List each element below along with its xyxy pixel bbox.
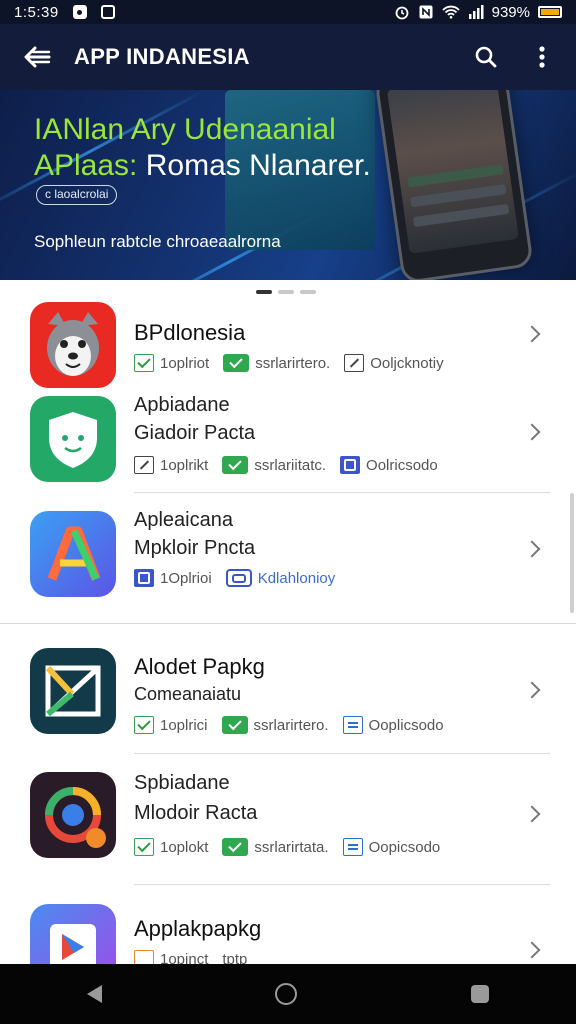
screenshot-icon: [100, 5, 115, 19]
document-icon: [342, 716, 363, 734]
system-nav-bar: [0, 964, 576, 1024]
app-name: Alodet Papkg: [134, 654, 265, 679]
banner-chip[interactable]: c laoalcrolai: [36, 185, 118, 205]
app-subtitle: Mpkloir Pncta: [134, 537, 256, 559]
screen: 1:5:39 939% APP INDANESIA IANlan Ary Ude…: [0, 0, 576, 1024]
app-name: Spbiadane: [134, 772, 230, 794]
verified-icon: [221, 716, 248, 734]
app-meta: 1oplokt ssrlarirtata. Oopicsodo: [134, 838, 454, 856]
edit-icon: [344, 354, 365, 372]
more-options-button[interactable]: [514, 29, 570, 85]
carousel-indicator[interactable]: [256, 290, 316, 294]
nav-back-icon[interactable]: [86, 985, 102, 1003]
list-item[interactable]: Apleaicana Mpkloir Pncta 1Oplrioi Kdlahl…: [0, 503, 576, 613]
app-name: BPdlonesia: [134, 320, 246, 345]
app-icon-camera: [30, 772, 116, 858]
banner-headline-line2b: Romas Nlanarer.: [137, 149, 371, 182]
scrollbar[interactable]: [570, 493, 574, 613]
banner-headline-line2a: APlaas:: [34, 149, 138, 182]
status-icons: 939%: [394, 4, 562, 21]
signal-icon: [468, 5, 484, 19]
link-icon: [225, 569, 252, 587]
edit-icon: [342, 838, 363, 856]
status-bar: 1:5:39 939%: [0, 0, 576, 24]
app-icon-letter-a: [30, 511, 116, 597]
verified-icon: [222, 838, 249, 856]
wifi-icon: [441, 5, 460, 19]
app-subtitle: Mlodoir Racta: [134, 802, 258, 824]
battery-percent: 939%: [491, 3, 530, 21]
alarm-icon: [395, 6, 409, 20]
app-meta: 1Oplrioi Kdlahlonioy: [134, 569, 349, 587]
phone-illustration: [374, 90, 534, 280]
divider: [134, 492, 550, 493]
chevron-right-icon[interactable]: [523, 681, 541, 699]
app-subtitle: Giadoir Pacta: [134, 422, 256, 444]
banner-headline-line1: IANlan Ary Udenaanial: [34, 113, 336, 146]
app-meta: 1oplriot ssrlarirtero. Ooljcknotiy: [134, 354, 458, 372]
share-icon: [340, 456, 361, 474]
app-meta: 1oplrici ssrlarirtero. Ooplicsodo: [134, 716, 458, 734]
app-meta: 1oplrikt ssrlariitatc. Oolricsodo: [134, 456, 452, 474]
carousel-dot[interactable]: [256, 290, 272, 294]
chevron-right-icon[interactable]: [523, 805, 541, 823]
chevron-right-icon[interactable]: [523, 941, 541, 959]
app-name: Applakpapkg: [134, 916, 262, 941]
nav-home-icon[interactable]: [275, 983, 298, 1005]
section-divider: [0, 623, 576, 624]
list-item[interactable]: Applakpapkg 1opinct tptp: [0, 894, 576, 990]
app-icon-shield: [30, 396, 116, 482]
app-subtitle: Comeanaiatu: [134, 684, 242, 704]
list-item[interactable]: Apbiadane Giadoir Pacta 1oplrikt ssrlari…: [0, 394, 576, 492]
search-button[interactable]: [458, 29, 514, 85]
edit-icon: [134, 456, 154, 474]
battery-icon: [538, 6, 562, 18]
carousel-dot[interactable]: [300, 290, 316, 294]
app-name: Apbiadane: [134, 394, 230, 416]
list-item[interactable]: Spbiadane Mlodoir Racta 1oplokt ssrlarir…: [0, 762, 576, 872]
carousel-dot[interactable]: [278, 290, 294, 294]
more-vert-icon: [539, 46, 545, 68]
chevron-right-icon[interactable]: [523, 325, 541, 343]
back-button[interactable]: [0, 24, 74, 90]
app-name: Apleaicana: [134, 509, 233, 531]
divider: [134, 753, 550, 754]
notification-icon: [72, 5, 87, 19]
check-icon: [134, 354, 154, 372]
banner-headline: IANlan Ary Udenaanial APlaas: Romas Nlan…: [34, 112, 371, 184]
verified-icon: [222, 456, 249, 474]
divider: [134, 884, 550, 885]
check-icon: [134, 716, 154, 734]
promo-banner[interactable]: IANlan Ary Udenaanial APlaas: Romas Nlan…: [0, 90, 576, 280]
status-time: 1:5:39: [14, 3, 59, 21]
nfc-icon: [419, 5, 433, 19]
check-icon: [134, 838, 154, 856]
list-item[interactable]: BPdlonesia 1oplriot ssrlarirtero. Ooljck…: [0, 298, 576, 394]
list-item[interactable]: Alodet Papkg Comeanaiatu 1oplrici ssrlar…: [0, 642, 576, 752]
arrow-left-icon: [24, 46, 51, 68]
app-icon-envelope: [30, 648, 116, 734]
search-icon: [475, 46, 497, 68]
banner-subtitle: Sophleun rabtcle chroaeaalrorna: [34, 232, 281, 251]
app-bar: APP INDANESIA: [0, 24, 576, 90]
chart-icon: [134, 569, 154, 587]
verified-icon: [223, 354, 250, 372]
app-icon-dog: [30, 302, 116, 388]
chevron-right-icon[interactable]: [523, 423, 541, 441]
chevron-right-icon[interactable]: [523, 540, 541, 558]
nav-recents-icon[interactable]: [471, 985, 490, 1003]
app-bar-actions: [458, 29, 576, 85]
page-title: APP INDANESIA: [74, 44, 250, 69]
